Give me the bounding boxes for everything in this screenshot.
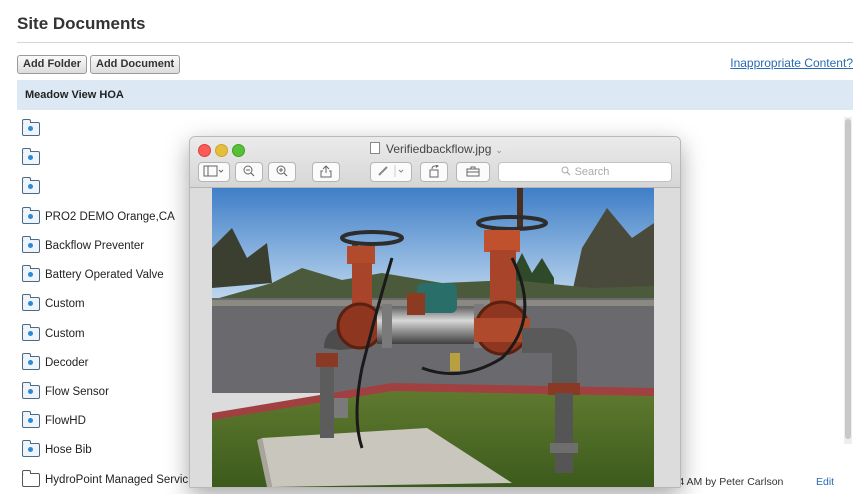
list-item-label: PRO2 DEMO Orange,CA (45, 211, 175, 223)
inappropriate-content-link[interactable]: Inappropriate Content? (730, 56, 853, 70)
toolbox-button[interactable] (456, 162, 490, 182)
list-item-label: FlowHD (45, 415, 86, 427)
window-title: Verifiedbackflow.jpg ⌄ (370, 142, 503, 156)
list-item-label: HydroPoint Managed Servic (45, 474, 189, 486)
list-item-label: Custom (45, 298, 85, 310)
camera-folder-icon (21, 440, 40, 457)
sidebar-toggle-button[interactable] (198, 162, 230, 182)
camera-folder-icon (21, 294, 40, 311)
backflow-preventer-photo (212, 188, 654, 487)
list-item-label: Decoder (45, 357, 89, 369)
add-folder-button[interactable]: Add Folder (17, 55, 88, 74)
zoom-out-button[interactable] (235, 162, 263, 182)
page-title: Site Documents (17, 14, 146, 33)
add-document-button[interactable]: Add Document (90, 55, 181, 74)
list-item-label: Hose Bib (45, 444, 92, 456)
markup-button[interactable] (370, 162, 412, 182)
scrollbar-thumb[interactable] (845, 119, 851, 439)
list-item-label: Flow Sensor (45, 386, 109, 398)
share-button[interactable] (312, 162, 340, 182)
window-minimize-button[interactable] (215, 144, 228, 157)
share-icon (320, 165, 332, 178)
group-header: Meadow View HOA (17, 80, 853, 110)
folder-icon (21, 470, 40, 487)
toolbox-icon (466, 166, 480, 177)
camera-folder-icon (21, 207, 40, 224)
list-item-label: Custom (45, 328, 85, 340)
camera-folder-icon (21, 236, 40, 253)
camera-folder-icon (21, 324, 40, 341)
camera-folder-icon (21, 382, 40, 399)
group-header-label: Meadow View HOA (25, 89, 124, 101)
preview-titlebar[interactable]: Verifiedbackflow.jpg ⌄ Search (190, 137, 680, 188)
camera-folder-icon (21, 119, 40, 136)
window-close-button[interactable] (198, 144, 211, 157)
row-edit-link[interactable]: Edit (816, 476, 834, 488)
sidebar-icon (203, 165, 224, 177)
chevron-down-icon[interactable]: ⌄ (495, 145, 503, 155)
window-maximize-button[interactable] (232, 144, 245, 157)
image-canvas (190, 188, 680, 487)
rotate-icon (429, 164, 439, 178)
list-item-label: Backflow Preventer (45, 240, 145, 252)
image-preview-window: Verifiedbackflow.jpg ⌄ Search (189, 136, 681, 488)
search-placeholder: Search (574, 166, 610, 178)
zoom-in-icon (276, 165, 288, 177)
search-icon (561, 166, 570, 176)
search-input[interactable]: Search (498, 162, 672, 182)
zoom-in-button[interactable] (268, 162, 296, 182)
camera-folder-icon (21, 148, 40, 165)
list-item-label: Battery Operated Valve (45, 269, 164, 281)
camera-folder-icon (21, 353, 40, 370)
title-divider (17, 42, 853, 43)
window-title-text: Verifiedbackflow.jpg (386, 142, 492, 156)
zoom-out-icon (243, 165, 255, 177)
file-icon (370, 142, 380, 154)
camera-folder-icon (21, 265, 40, 282)
rotate-button[interactable] (420, 162, 448, 182)
camera-folder-icon (21, 177, 40, 194)
pen-icon (378, 165, 404, 177)
camera-folder-icon (21, 411, 40, 428)
